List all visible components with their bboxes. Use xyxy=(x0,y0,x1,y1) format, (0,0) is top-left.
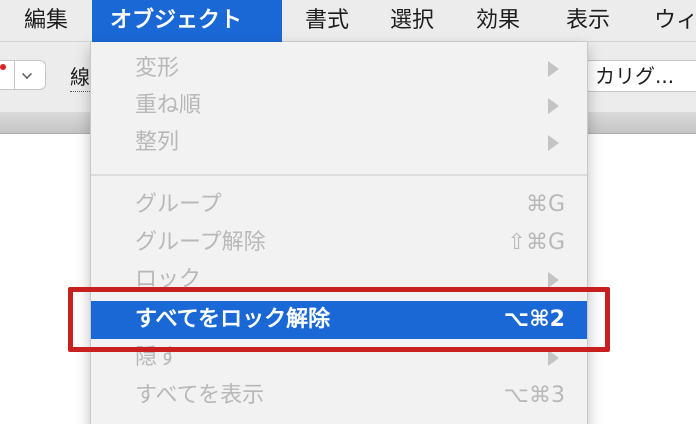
menu-edit[interactable]: 編集 xyxy=(24,0,68,42)
menu-separator xyxy=(91,174,587,176)
submenu-arrow-icon xyxy=(548,98,559,114)
submenu-arrow-icon xyxy=(548,272,559,288)
menu-item-align[interactable]: 整列 xyxy=(91,124,587,162)
menu-item-ungroup[interactable]: グループ解除 ⇧⌘G xyxy=(91,224,587,262)
menu-item-label: 重ね順 xyxy=(135,93,202,118)
menu-item-arrange[interactable]: 重ね順 xyxy=(91,87,587,125)
dropdown-divider xyxy=(14,61,15,89)
submenu-arrow-icon xyxy=(548,135,559,151)
menu-object[interactable]: オブジェクト xyxy=(92,0,282,42)
chevron-down-icon xyxy=(22,69,32,79)
menu-select[interactable]: 選択 xyxy=(390,0,434,42)
menu-format[interactable]: 書式 xyxy=(305,0,349,42)
submenu-arrow-icon xyxy=(548,350,559,366)
fill-dropdown[interactable] xyxy=(0,60,46,90)
annotation-highlight-box xyxy=(68,287,610,352)
menu-view[interactable]: 表示 xyxy=(566,0,610,42)
menu-item-label: グループ解除 xyxy=(135,230,266,255)
no-fill-icon xyxy=(0,64,6,70)
menu-item-show-all[interactable]: すべてを表示 ⌥⌘3 xyxy=(91,377,587,415)
menu-effect[interactable]: 効果 xyxy=(476,0,520,42)
menu-item-label: すべてを表示 xyxy=(135,383,265,408)
object-menu-dropdown: 変形 重ね順 整列 グループ ⌘G グループ解除 ⇧⌘G ロック すべてをロック… xyxy=(90,42,588,424)
shortcut-label: ⇧⌘G xyxy=(507,230,565,255)
menu-bar: 編集 オブジェクト 書式 選択 効果 表示 ウィ xyxy=(0,0,696,42)
submenu-arrow-icon xyxy=(548,61,559,77)
menu-item-group[interactable]: グループ ⌘G xyxy=(91,186,587,224)
font-family-field[interactable]: カリグ... xyxy=(584,60,696,92)
shortcut-label: ⌥⌘3 xyxy=(503,383,565,408)
menu-item-transform[interactable]: 変形 xyxy=(91,50,587,88)
menu-item-label: 変形 xyxy=(135,56,180,81)
shortcut-label: ⌘G xyxy=(525,192,565,217)
stroke-label[interactable]: 線 xyxy=(70,62,92,92)
menu-item-label: グループ xyxy=(135,192,222,217)
menu-window[interactable]: ウィ xyxy=(654,0,696,42)
menu-item-label: 整列 xyxy=(135,130,180,155)
